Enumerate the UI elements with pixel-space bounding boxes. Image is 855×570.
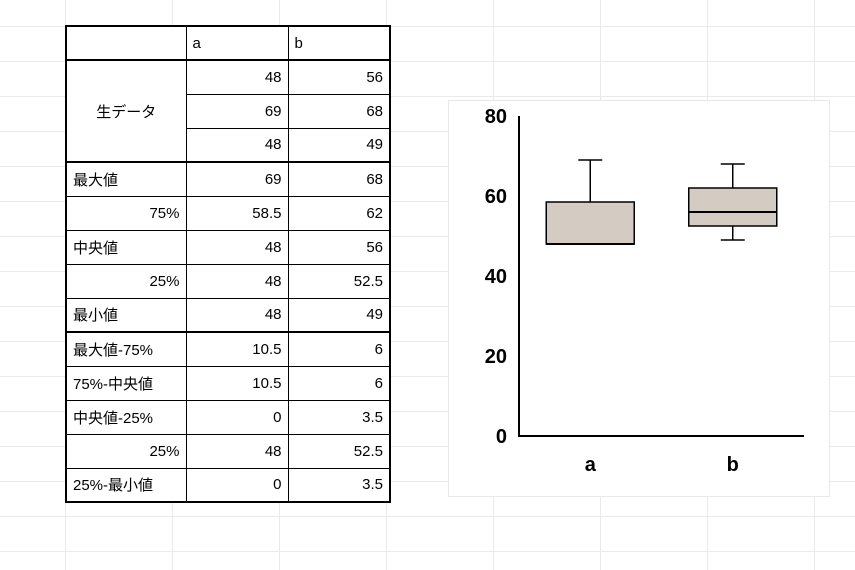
- stats-b-median[interactable]: 56: [288, 230, 390, 264]
- stats-label-75[interactable]: 75%: [66, 196, 186, 230]
- diff-row-1: 75%-中央値 10.5 6: [66, 366, 390, 400]
- boxplot-svg: 0 20 40 60 80 a b: [449, 101, 829, 496]
- header-label-cell[interactable]: [66, 26, 186, 60]
- boxplot-chart[interactable]: 0 20 40 60 80 a b: [448, 100, 830, 497]
- svg-text:a: a: [585, 454, 597, 476]
- diff-row-0: 最大値-75% 10.5 6: [66, 332, 390, 366]
- diff-a-2[interactable]: 0: [186, 400, 288, 434]
- stats-a-25[interactable]: 48: [186, 264, 288, 298]
- stats-a-max[interactable]: 69: [186, 162, 288, 196]
- stats-row-25: 25% 48 52.5: [66, 264, 390, 298]
- stats-row-median: 中央値 48 56: [66, 230, 390, 264]
- raw-a-1[interactable]: 69: [186, 94, 288, 128]
- stats-b-75[interactable]: 62: [288, 196, 390, 230]
- diff-b-1[interactable]: 6: [288, 366, 390, 400]
- raw-a-2[interactable]: 48: [186, 128, 288, 162]
- svg-text:20: 20: [485, 346, 507, 368]
- stats-label-min[interactable]: 最小値: [66, 298, 186, 332]
- stats-a-min[interactable]: 48: [186, 298, 288, 332]
- diff-row-4: 25%-最小値 0 3.5: [66, 468, 390, 502]
- diff-label-0[interactable]: 最大値-75%: [66, 332, 186, 366]
- svg-text:40: 40: [485, 266, 507, 288]
- header-b-cell[interactable]: b: [288, 26, 390, 60]
- diff-label-4[interactable]: 25%-最小値: [66, 468, 186, 502]
- raw-data-label[interactable]: 生データ: [66, 60, 186, 162]
- stats-b-min[interactable]: 49: [288, 298, 390, 332]
- diff-label-1[interactable]: 75%-中央値: [66, 366, 186, 400]
- svg-text:80: 80: [485, 106, 507, 128]
- svg-text:b: b: [727, 454, 739, 476]
- diff-a-0[interactable]: 10.5: [186, 332, 288, 366]
- stats-a-75[interactable]: 58.5: [186, 196, 288, 230]
- diff-row-3: 25% 48 52.5: [66, 434, 390, 468]
- raw-a-0[interactable]: 48: [186, 60, 288, 94]
- stats-label-25[interactable]: 25%: [66, 264, 186, 298]
- diff-b-0[interactable]: 6: [288, 332, 390, 366]
- raw-b-2[interactable]: 49: [288, 128, 390, 162]
- diff-b-2[interactable]: 3.5: [288, 400, 390, 434]
- table-header-row: a b: [66, 26, 390, 60]
- stats-label-median[interactable]: 中央値: [66, 230, 186, 264]
- svg-text:60: 60: [485, 186, 507, 208]
- header-a-cell[interactable]: a: [186, 26, 288, 60]
- svg-text:0: 0: [496, 426, 507, 448]
- stats-b-max[interactable]: 68: [288, 162, 390, 196]
- stats-table[interactable]: a b 生データ 48 56 69 68 48 49 最大値 69 68 75%…: [65, 25, 391, 503]
- stats-row-min: 最小値 48 49: [66, 298, 390, 332]
- stats-row-max: 最大値 69 68: [66, 162, 390, 196]
- raw-b-1[interactable]: 68: [288, 94, 390, 128]
- diff-a-4[interactable]: 0: [186, 468, 288, 502]
- stats-b-25[interactable]: 52.5: [288, 264, 390, 298]
- stats-row-75: 75% 58.5 62: [66, 196, 390, 230]
- stats-a-median[interactable]: 48: [186, 230, 288, 264]
- stats-label-max[interactable]: 最大値: [66, 162, 186, 196]
- diff-b-3[interactable]: 52.5: [288, 434, 390, 468]
- diff-a-1[interactable]: 10.5: [186, 366, 288, 400]
- raw-data-row-0: 生データ 48 56: [66, 60, 390, 94]
- diff-a-3[interactable]: 48: [186, 434, 288, 468]
- diff-label-3[interactable]: 25%: [66, 434, 186, 468]
- diff-b-4[interactable]: 3.5: [288, 468, 390, 502]
- diff-row-2: 中央値-25% 0 3.5: [66, 400, 390, 434]
- raw-b-0[interactable]: 56: [288, 60, 390, 94]
- diff-label-2[interactable]: 中央値-25%: [66, 400, 186, 434]
